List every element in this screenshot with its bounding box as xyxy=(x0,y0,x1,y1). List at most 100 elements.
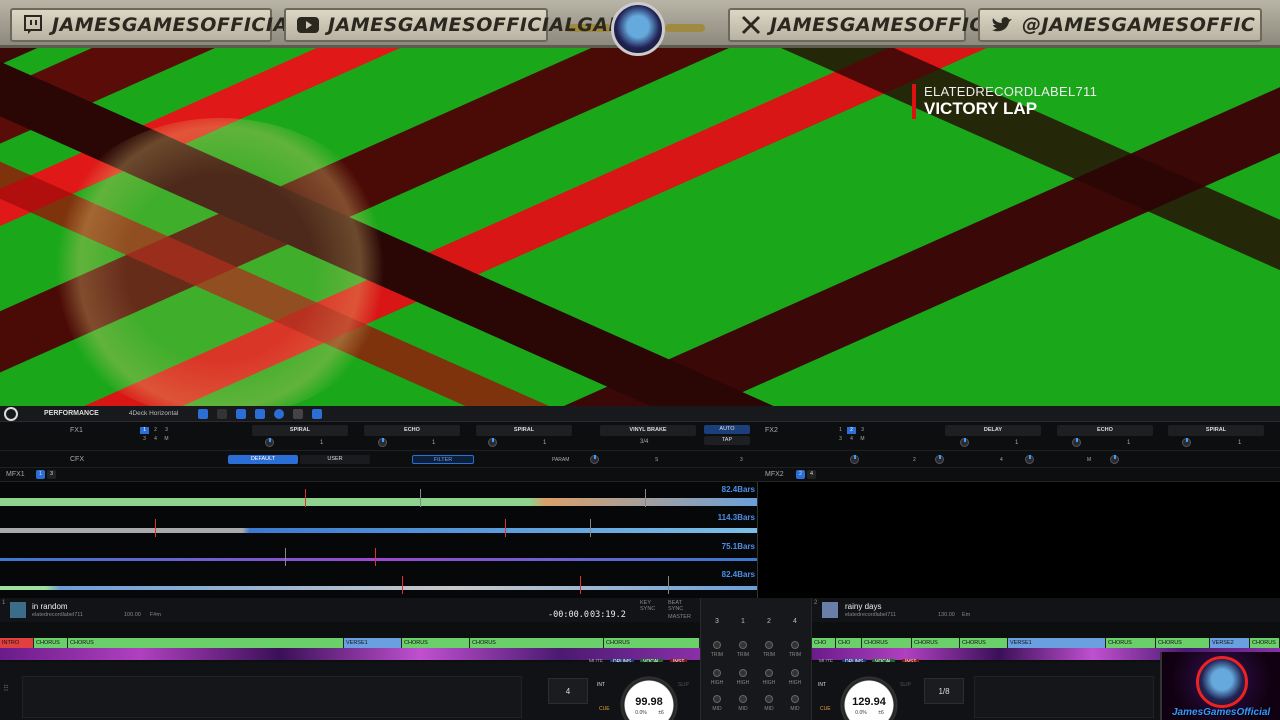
fx2-slot-1-knob[interactable] xyxy=(960,438,969,447)
beat-m[interactable]: M xyxy=(162,436,171,443)
fx1-slot-2[interactable]: ECHO xyxy=(364,425,460,436)
fx2-beat-selector[interactable]: 1 2 3 3 4 M xyxy=(836,427,867,443)
high-knob[interactable] xyxy=(739,669,747,677)
deck-2-hotcue-panel[interactable] xyxy=(974,676,1154,718)
high-label: HIGH xyxy=(736,680,750,686)
cfx2-knob-3[interactable] xyxy=(1025,455,1034,464)
mid-knob[interactable] xyxy=(739,695,747,703)
deck-1-beat-sync[interactable]: SYNC xyxy=(668,606,683,612)
hotcue-panel[interactable] xyxy=(22,676,522,718)
beat-2[interactable]: 2 xyxy=(151,427,160,434)
fx2-slot-3-value: 1 xyxy=(1238,440,1242,446)
trim-knob[interactable] xyxy=(765,641,773,649)
record-icon[interactable] xyxy=(274,408,285,419)
fx2-slot-3-knob[interactable] xyxy=(1182,438,1191,447)
trim-knob[interactable] xyxy=(791,641,799,649)
beat-3[interactable]: 3 xyxy=(162,427,171,434)
layout-selector[interactable]: 4Deck Horizontal xyxy=(129,410,179,417)
deck-1-beatjump[interactable]: 4 xyxy=(548,678,588,704)
waveform-deck-2[interactable] xyxy=(0,528,757,533)
mode-selector[interactable]: PERFORMANCE xyxy=(44,410,99,417)
beat-2[interactable]: 2 xyxy=(847,427,856,434)
cfx2-knob-1[interactable] xyxy=(850,455,859,464)
beat-3b[interactable]: 3 xyxy=(836,436,845,443)
fx2-slot-2[interactable]: ECHO xyxy=(1057,425,1153,436)
sampler-icon[interactable] xyxy=(217,408,228,419)
vinyl-brake-slot[interactable]: VINYL BRAKE xyxy=(600,425,696,436)
fx2-slot-3[interactable]: SPIRAL xyxy=(1168,425,1264,436)
video-icon[interactable] xyxy=(293,408,304,419)
deck-1-key-sync[interactable]: SYNC xyxy=(640,606,655,612)
mfx2-page-2[interactable]: 2 xyxy=(796,470,805,479)
phrase-segment: VERSE1 xyxy=(344,638,402,648)
beat-1[interactable]: 1 xyxy=(836,427,845,434)
mfx1-page-3[interactable]: 3 xyxy=(47,470,56,479)
fx1-slot-1-knob[interactable] xyxy=(265,438,274,447)
beat-1[interactable]: 1 xyxy=(140,427,149,434)
high-knob[interactable] xyxy=(765,669,773,677)
cfx-filter-button[interactable]: FILTER xyxy=(412,455,474,464)
cfx-user-button[interactable]: USER xyxy=(300,455,370,464)
deck-1-pitch-range: ±6 xyxy=(658,710,664,716)
beat-m[interactable]: M xyxy=(858,436,867,443)
auto-button[interactable]: AUTO xyxy=(704,425,750,434)
fx1-label: FX1 xyxy=(70,427,83,434)
deck-1-cue-label[interactable]: CUE xyxy=(599,706,610,712)
fx1-slot-1[interactable]: SPIRAL xyxy=(252,425,348,436)
tap-button[interactable]: TAP xyxy=(704,436,750,445)
phrase-segment: CHO xyxy=(836,638,862,648)
deck-1-remaining: 03:19.2 xyxy=(590,610,626,620)
fx2-slot-1[interactable]: DELAY xyxy=(945,425,1041,436)
cfx-param-knob[interactable] xyxy=(590,455,599,464)
fx1-slot-3[interactable]: SPIRAL xyxy=(476,425,572,436)
trim-knob[interactable] xyxy=(713,641,721,649)
mfx1-page-1[interactable]: 1 xyxy=(36,470,45,479)
high-knob[interactable] xyxy=(791,669,799,677)
rekordbox-logo-icon[interactable] xyxy=(4,406,18,421)
mid-knob[interactable] xyxy=(713,695,721,703)
beat-4[interactable]: 4 xyxy=(151,436,160,443)
deck-1-int-label[interactable]: INT xyxy=(597,682,605,688)
cfx2-knob-2[interactable] xyxy=(935,455,944,464)
waveform-deck-4[interactable] xyxy=(0,586,757,590)
fx1-beat-selector[interactable]: 1 2 3 3 4 M xyxy=(140,427,171,443)
grid-icon[interactable] xyxy=(236,408,247,419)
webcam-avatar xyxy=(1196,656,1248,708)
waveform-stack[interactable]: 82.4Bars 114.3Bars 75.1Bars 82.4Bars xyxy=(0,482,757,598)
deck-2-bpm: 129.94 xyxy=(852,696,886,708)
beat-3b[interactable]: 3 xyxy=(140,436,149,443)
high-knob[interactable] xyxy=(713,669,721,677)
lock-icon[interactable] xyxy=(312,408,323,419)
mid-knob[interactable] xyxy=(765,695,773,703)
deck-2-beatjump[interactable]: 1/8 xyxy=(924,678,964,704)
deck-2-int-label[interactable]: INT xyxy=(818,682,826,688)
cfx2-knob-4[interactable] xyxy=(1110,455,1119,464)
waveform-4-bars: 82.4Bars xyxy=(721,570,755,579)
deck-1-slip-label[interactable]: SLIP xyxy=(678,682,689,688)
deck-2-slip-label[interactable]: SLIP xyxy=(900,682,911,688)
deck-1-master[interactable]: MASTER xyxy=(668,614,691,620)
beat-3[interactable]: 3 xyxy=(858,427,867,434)
trim-knob[interactable] xyxy=(739,641,747,649)
deck-1-bpm: 99.98 xyxy=(635,696,663,708)
youtube-icon xyxy=(296,14,320,36)
fx1-slot-2-knob[interactable] xyxy=(378,438,387,447)
cue-marker xyxy=(505,519,506,537)
mfx2-page-4[interactable]: 4 xyxy=(807,470,816,479)
beat-4[interactable]: 4 xyxy=(847,436,856,443)
mfx1-label: MFX1 xyxy=(6,471,25,478)
mixer-icon[interactable] xyxy=(255,408,266,419)
fx-panel-icon[interactable] xyxy=(198,408,209,419)
fx2-label: FX2 xyxy=(765,427,778,434)
mid-knob[interactable] xyxy=(791,695,799,703)
grid-menu-icon[interactable]: ⠿ xyxy=(3,684,9,693)
fx1-slot-3-knob[interactable] xyxy=(488,438,497,447)
phrase-segment: CHORUS xyxy=(912,638,960,648)
cfx-default-button[interactable]: DEFAULT xyxy=(228,455,298,464)
waveform-deck-3[interactable] xyxy=(0,558,757,561)
waveform-deck-1[interactable] xyxy=(0,498,757,506)
deck-2-cue-label[interactable]: CUE xyxy=(820,706,831,712)
fx2-slot-2-knob[interactable] xyxy=(1072,438,1081,447)
x-plate: JAMESGAMESOFFICIAL xyxy=(728,8,1019,42)
fx1-slot-3-value: 1 xyxy=(543,440,547,446)
